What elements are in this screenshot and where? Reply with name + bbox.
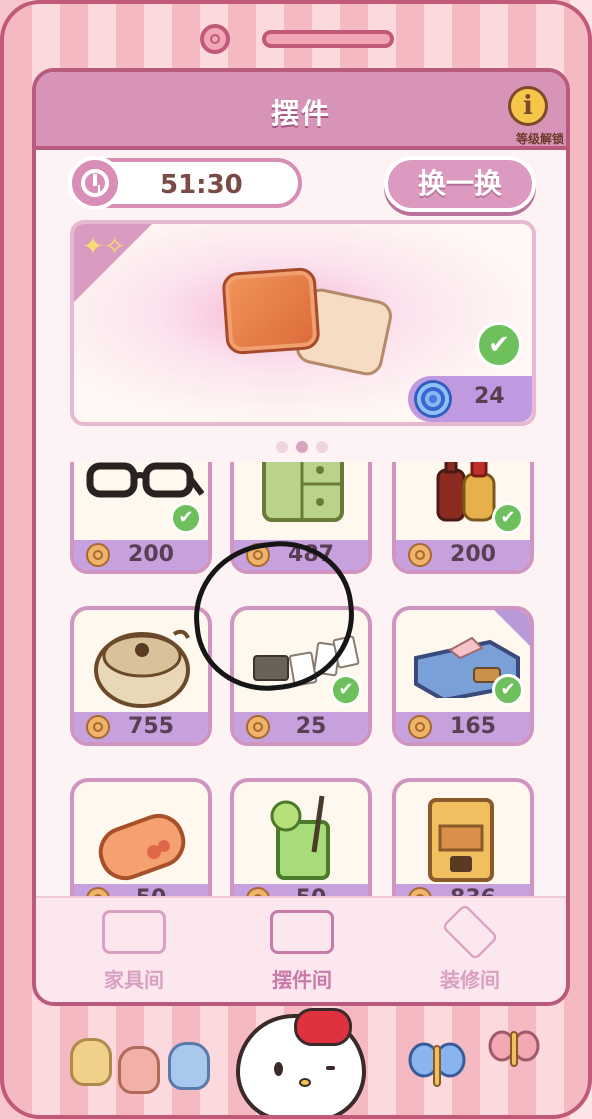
clock-icon	[68, 156, 122, 210]
kitty-bow-icon	[294, 1008, 352, 1046]
swirl-currency-icon	[414, 380, 452, 418]
price-bar: 200	[396, 540, 530, 570]
tab-label: 家具间	[104, 968, 164, 992]
tulip-yellow-icon	[70, 1038, 112, 1086]
featured-price-tag: 24	[408, 376, 532, 422]
tulip-pink-icon	[118, 1046, 160, 1094]
price-bar: 25	[234, 712, 368, 742]
price-bar: 755	[74, 712, 208, 742]
kitty-wink-eye	[326, 1066, 335, 1070]
panel-header: 摆件 i 等级解锁	[36, 72, 566, 150]
info-icon[interactable]: i	[508, 86, 548, 126]
item-card-tissue-box[interactable]: ✔ 165	[392, 606, 534, 746]
phone-frame: 摆件 i 等级解锁 51:30 换一换 ✦✧ ✔ 24 ✔ 200 487 ✔ …	[0, 0, 592, 1119]
tab-decoration-room[interactable]: 装修间	[400, 903, 540, 993]
item-price: 200	[128, 542, 174, 567]
owned-check-icon: ✔	[492, 502, 524, 534]
level-unlock-label[interactable]: 等级解锁	[516, 130, 564, 147]
floor-tile-icon	[441, 903, 499, 961]
camera-dot	[200, 24, 230, 54]
shop-panel: 摆件 i 等级解锁 51:30 换一换 ✦✧ ✔ 24 ✔ 200 487 ✔ …	[32, 68, 570, 1006]
coffee-machine-image	[428, 798, 494, 882]
kitty-eye	[274, 1062, 283, 1076]
refresh-timer: 51:30	[68, 156, 302, 210]
page-dot[interactable]	[276, 441, 288, 453]
owned-check-icon: ✔	[492, 674, 524, 706]
tab-label: 摆件间	[272, 968, 332, 992]
featured-item-card[interactable]: ✦✧ ✔ 24	[70, 220, 536, 426]
price-bar: 165	[396, 712, 530, 742]
tab-ornament-room[interactable]: 摆件间	[232, 910, 372, 993]
item-price: 755	[128, 714, 174, 739]
page-title: 摆件	[270, 97, 331, 130]
owned-check-icon: ✔	[170, 502, 202, 534]
cushion-roll-image	[98, 813, 186, 881]
refresh-button[interactable]: 换一换	[384, 156, 536, 212]
cup-icon	[270, 910, 334, 954]
item-price: 200	[450, 542, 496, 567]
tab-label: 装修间	[440, 968, 500, 992]
item-card-cooking-pot[interactable]: 755	[70, 606, 212, 746]
featured-price: 24	[474, 384, 505, 409]
orange-pillow-image	[221, 266, 321, 356]
pink-butterfly-icon	[488, 1030, 540, 1067]
item-card-cushion-roll[interactable]: 50	[70, 778, 212, 902]
owned-check-icon: ✔	[330, 674, 362, 706]
item-card-coffee-machine[interactable]: 836	[392, 778, 534, 902]
bottom-nav: 家具间 摆件间 装修间	[36, 896, 566, 1002]
sparkle-icon: ✦✧	[82, 232, 126, 262]
item-price: 25	[295, 714, 327, 739]
cooking-pot-image	[94, 629, 190, 708]
armchair-icon	[102, 910, 166, 954]
lime-drink-image	[270, 795, 330, 880]
price-bar: 200	[74, 540, 208, 570]
tab-furniture-room[interactable]: 家具间	[64, 910, 204, 993]
item-card-lime-drink[interactable]: 50	[230, 778, 372, 902]
item-card-glasses[interactable]: ✔ 200	[70, 462, 212, 574]
kitty-nose	[299, 1078, 311, 1087]
drawer-cabinet-image	[262, 462, 344, 522]
timer-value: 51:30	[160, 170, 243, 200]
page-indicator	[272, 438, 332, 457]
item-card-sauce-bottles[interactable]: ✔ 200	[392, 462, 534, 574]
blue-butterfly-icon	[408, 1042, 466, 1087]
bottom-decoration	[4, 1008, 588, 1115]
speaker-bar	[262, 30, 394, 48]
tulip-blue-icon	[168, 1042, 210, 1090]
page-dot-active[interactable]	[296, 441, 308, 453]
item-price: 165	[450, 714, 496, 739]
page-dot[interactable]	[316, 441, 328, 453]
owned-check-icon: ✔	[476, 322, 522, 368]
